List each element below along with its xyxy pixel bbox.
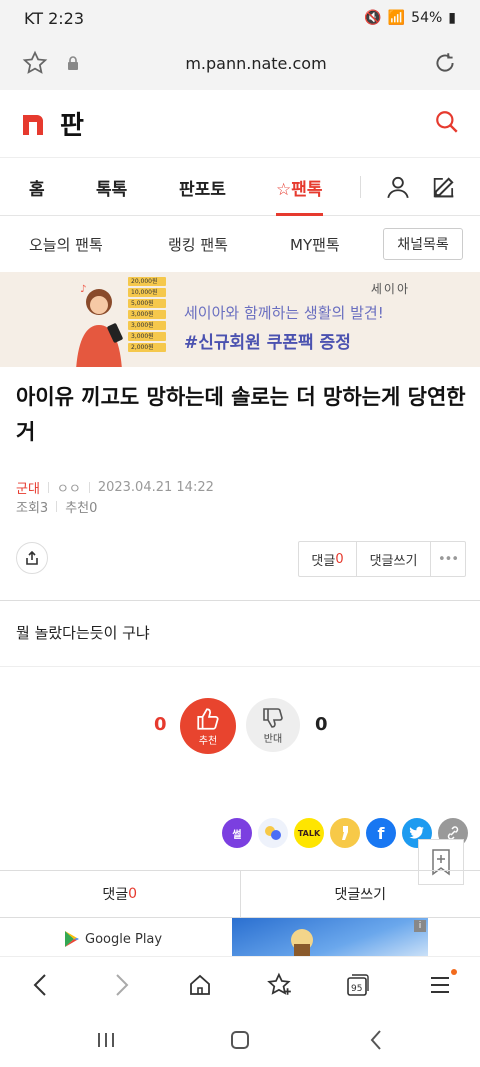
tabs-icon[interactable]: 95	[344, 971, 372, 999]
comment-tab[interactable]: 댓글 0	[0, 871, 241, 917]
comment-bar: 댓글 0 댓글쓰기	[0, 870, 480, 918]
tabs-count: 95	[351, 984, 362, 994]
notification-dot	[451, 969, 457, 975]
subnav-today[interactable]: 오늘의 팬톡	[29, 216, 103, 272]
google-play-ad[interactable]: Google Play i	[54, 918, 428, 958]
coupon-card: 20,000원	[128, 277, 166, 286]
post-views: 조회3	[16, 501, 49, 516]
kakaostory-share-icon[interactable]	[330, 818, 360, 848]
kakaotalk-share-icon[interactable]: TALK	[294, 818, 324, 848]
downvote-count: 0	[315, 714, 328, 735]
bookmarks-icon[interactable]	[266, 971, 294, 999]
coupon-card: 3,000원	[128, 321, 166, 330]
post-actions: 댓글 0 댓글쓰기 •••	[0, 540, 480, 578]
share-button[interactable]	[16, 542, 48, 574]
nate-logo-icon[interactable]	[20, 111, 46, 137]
main-nav: 홈 톡톡 판포토 ☆팬톡	[0, 158, 480, 216]
banner-headline: 세이아와 함께하는 생활의 발견!	[184, 304, 384, 322]
google-play-label: Google Play	[85, 931, 163, 947]
google-play-icon	[65, 931, 79, 947]
battery-icon: ▮	[448, 10, 456, 26]
write-comment-button[interactable]: 댓글쓰기	[357, 542, 431, 576]
band-share-icon[interactable]	[258, 818, 288, 848]
system-nav-bar	[0, 1012, 480, 1067]
wifi-icon: 📶	[387, 10, 406, 26]
url-text[interactable]: m.pann.nate.com	[80, 54, 432, 73]
banner-brand: 세이아	[370, 282, 410, 296]
woman-illustration: ♪	[76, 284, 123, 367]
post-date: 2023.04.21 14:22	[97, 480, 214, 495]
upvote-count: 0	[154, 714, 167, 735]
forward-icon[interactable]	[108, 971, 136, 999]
post-body: 뭘 놀랐다는듯이 구냐	[16, 624, 150, 642]
tab-toktok[interactable]: 톡톡	[96, 158, 127, 216]
promo-banner[interactable]: ♪ 20,000원 10,000원 5,000원 3,000원 3,000원 3…	[0, 272, 480, 367]
channel-list-button[interactable]: 채널목록	[383, 228, 463, 260]
user-icon[interactable]	[385, 174, 411, 204]
ad-image	[232, 918, 428, 958]
bookmark-star-icon[interactable]	[22, 50, 48, 76]
svg-text:♪: ♪	[80, 284, 86, 295]
vote-section: 0 추천 반대 0	[0, 696, 480, 756]
status-bar: KT 2:23 🔇 📶 54% ▮	[0, 0, 480, 36]
post-category[interactable]: 군대	[16, 478, 40, 497]
coupon-card: 10,000원	[128, 288, 166, 297]
comment-button-group: 댓글 0 댓글쓰기 •••	[298, 541, 466, 577]
subnav-ranking[interactable]: 랭킹 팬톡	[168, 216, 228, 272]
subnav-my[interactable]: MY팬톡	[290, 216, 340, 272]
post-meta: 군대 ㅇㅇ 2023.04.21 14:22	[16, 478, 214, 497]
site-title[interactable]: 판	[60, 105, 434, 142]
write-comment-tab[interactable]: 댓글쓰기	[241, 871, 480, 917]
back-icon[interactable]	[26, 971, 54, 999]
browser-toolbar: 95	[0, 956, 480, 1012]
facebook-share-icon[interactable]: f	[366, 818, 396, 848]
more-button[interactable]: •••	[431, 542, 465, 576]
thumbs-down-icon	[263, 707, 283, 728]
coupon-card: 3,000원	[128, 332, 166, 341]
tab-fantalk[interactable]: ☆팬톡	[276, 158, 323, 216]
site-header: 판	[0, 90, 480, 158]
back-button-icon[interactable]	[364, 1028, 388, 1052]
post-stats: 조회3 추천0	[16, 497, 97, 516]
tab-panphoto[interactable]: 판포토	[179, 158, 226, 216]
downvote-button[interactable]: 반대	[246, 698, 300, 752]
post-title: 아이유 끼고도 망하는데 솔로는 더 망하는게 당연한 거	[16, 385, 466, 444]
write-icon[interactable]	[430, 173, 458, 205]
coupon-card: 2,000원	[128, 343, 166, 352]
search-icon[interactable]	[434, 109, 460, 139]
comment-count-button[interactable]: 댓글 0	[299, 542, 357, 576]
tab-home[interactable]: 홈	[29, 158, 45, 216]
home-button-icon[interactable]	[228, 1028, 252, 1052]
sub-nav: 오늘의 팬톡 랭킹 팬톡 MY팬톡 채널목록	[0, 216, 480, 272]
share-icon	[26, 550, 38, 565]
browser-url-bar: m.pann.nate.com	[0, 36, 480, 90]
nav-divider	[360, 176, 361, 198]
thumbs-up-icon	[197, 707, 219, 730]
sseol-share-icon[interactable]: 썰	[222, 818, 252, 848]
banner-offer: #신규회원 쿠폰팩 증정	[184, 333, 351, 353]
status-time: KT 2:23	[24, 8, 85, 28]
coupon-card: 5,000원	[128, 299, 166, 308]
lock-icon	[66, 55, 80, 71]
reload-icon[interactable]	[432, 50, 458, 76]
battery-level: 54%	[411, 10, 443, 26]
mute-icon: 🔇	[364, 10, 382, 26]
coupon-stack: 20,000원 10,000원 5,000원 3,000원 3,000원 3,0…	[128, 277, 166, 367]
coupon-card: 3,000원	[128, 310, 166, 319]
recent-apps-icon[interactable]	[94, 1028, 118, 1052]
menu-icon[interactable]	[426, 971, 454, 999]
divider	[0, 666, 480, 667]
divider	[0, 600, 480, 601]
home-icon[interactable]	[186, 971, 214, 999]
post-recommends: 추천0	[65, 501, 98, 516]
ad-info-icon[interactable]: i	[414, 920, 426, 932]
upvote-button[interactable]: 추천	[180, 698, 236, 754]
post-author: ㅇㅇ	[56, 482, 81, 497]
